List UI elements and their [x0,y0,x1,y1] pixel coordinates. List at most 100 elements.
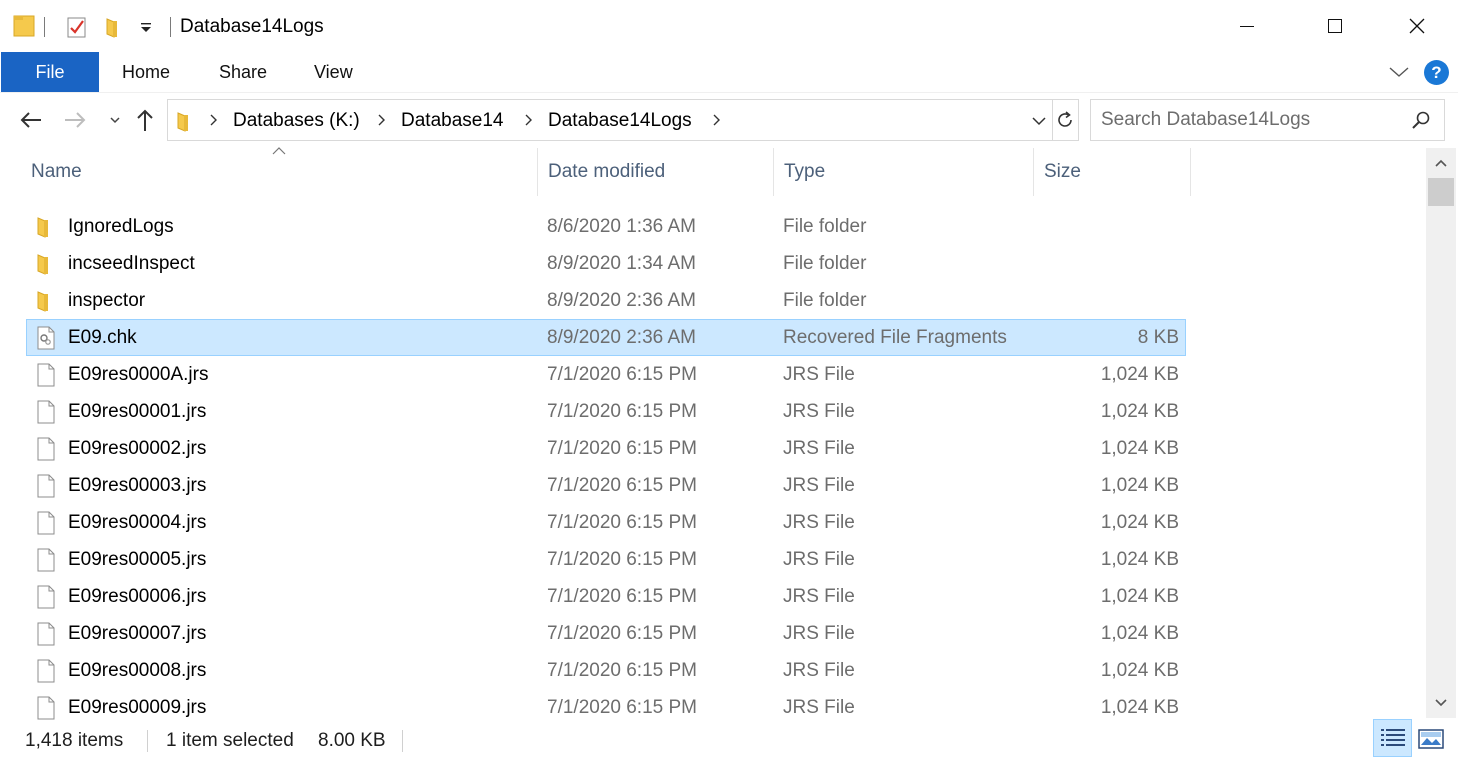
chevron-right-icon[interactable] [709,110,723,130]
chevron-right-icon[interactable] [206,110,220,130]
toolbar-divider [44,17,45,37]
recent-locations-button[interactable] [102,107,128,133]
file-row[interactable]: inspector 8/9/2020 2:36 AM File folder [26,282,1186,319]
maximize-button[interactable] [1312,0,1358,52]
file-date: 8/6/2020 1:36 AM [547,216,696,237]
forward-button[interactable] [62,107,88,133]
column-header-date[interactable]: Date modified [537,148,773,196]
file-size: 1,024 KB [1100,586,1179,607]
customize-toolbar-icon[interactable] [138,20,154,36]
column-header-size[interactable]: Size [1033,148,1191,196]
file-name: incseedInspect [68,253,195,274]
chevron-right-icon[interactable] [374,110,388,130]
chevron-down-icon [110,117,120,124]
file-name: E09.chk [68,327,137,348]
address-history-button[interactable] [1030,112,1048,130]
file-row[interactable]: E09res0000A.jrs 7/1/2020 6:15 PM JRS File 1… [26,356,1186,393]
file-date: 7/1/2020 6:15 PM [547,623,697,644]
large-icons-view-button[interactable] [1416,726,1446,752]
search-input[interactable] [1101,108,1401,132]
file-row[interactable]: E09res00006.jrs 7/1/2020 6:15 PM JRS File 1… [26,578,1186,615]
file-type: JRS File [783,586,855,607]
column-header-name[interactable]: Name [21,148,537,196]
file-row[interactable]: E09res00007.jrs 7/1/2020 6:15 PM JRS File 1… [26,615,1186,652]
tab-file[interactable]: File [1,52,99,92]
close-icon [1409,18,1425,34]
close-button[interactable] [1394,0,1440,52]
new-folder-icon[interactable] [104,15,126,39]
breadcrumb-database14[interactable]: Database14 [401,110,503,132]
file-icon [37,585,55,609]
status-bar: 1,418 items 1 item selected 8.00 KB [0,718,1458,761]
details-view-icon [1380,729,1405,746]
item-count: 1,418 items [25,730,124,751]
file-row[interactable]: incseedInspect 8/9/2020 1:34 AM File folde… [26,245,1186,282]
arrow-right-icon [65,112,86,128]
file-name: E09res00002.jrs [68,438,207,459]
file-date: 7/1/2020 6:15 PM [547,512,697,533]
file-date: 8/9/2020 2:36 AM [547,327,696,348]
file-date: 7/1/2020 6:15 PM [547,586,697,607]
file-size: 1,024 KB [1100,364,1179,385]
vertical-scrollbar[interactable] [1426,148,1456,718]
file-icon [37,548,55,572]
file-date: 7/1/2020 6:15 PM [547,549,697,570]
file-name: E09res00001.jrs [68,401,207,422]
file-type: File folder [783,253,867,274]
search-box[interactable] [1090,99,1445,141]
file-name: IgnoredLogs [68,216,174,237]
file-row[interactable]: E09res00001.jrs 7/1/2020 6:15 PM JRS File 1… [26,393,1186,430]
file-size: 1,024 KB [1100,549,1179,570]
file-date: 8/9/2020 1:34 AM [547,253,696,274]
file-row[interactable]: E09.chk 8/9/2020 2:36 AM Recovered File Fr… [26,319,1186,356]
minimize-icon [1240,26,1254,27]
refresh-icon [1058,111,1072,127]
toolbar-divider [170,17,171,37]
up-button[interactable] [132,107,158,133]
file-type: JRS File [783,623,855,644]
arrow-up-icon [137,109,153,131]
search-icon[interactable] [1411,110,1431,130]
file-icon [37,696,55,720]
chevron-down-icon[interactable] [1388,64,1410,80]
selected-count: 1 item selected [166,730,294,751]
file-row[interactable]: E09res00008.jrs 7/1/2020 6:15 PM JRS File 1… [26,652,1186,689]
file-date: 7/1/2020 6:15 PM [547,401,697,422]
file-type: JRS File [783,475,855,496]
scroll-up-button[interactable] [1426,148,1456,178]
tab-view[interactable]: View [314,52,353,92]
chevron-right-icon[interactable] [521,110,535,130]
chevron-down-icon [1435,699,1447,707]
file-row[interactable]: E09res00003.jrs 7/1/2020 6:15 PM JRS File 1… [26,467,1186,504]
minimize-button[interactable] [1224,0,1270,52]
column-header-row: Name Date modified Type Size [0,148,1426,196]
breadcrumb-database14logs[interactable]: Database14Logs [548,110,692,132]
back-button[interactable] [18,107,44,133]
file-type: File folder [783,216,867,237]
file-size: 1,024 KB [1100,401,1179,422]
breadcrumb-databases[interactable]: Databases (K:) [233,110,360,132]
file-row[interactable]: E09res00005.jrs 7/1/2020 6:15 PM JRS File 1… [26,541,1186,578]
address-divider [1052,100,1053,140]
file-row[interactable]: E09res00004.jrs 7/1/2020 6:15 PM JRS File 1… [26,504,1186,541]
file-icon [37,659,55,683]
address-bar[interactable]: Databases (K:) Database14 Database14Logs [167,99,1079,141]
refresh-button[interactable] [1054,109,1076,131]
file-row[interactable]: E09res00002.jrs 7/1/2020 6:15 PM JRS File 1… [26,430,1186,467]
details-view-button[interactable] [1373,719,1412,757]
help-button[interactable]: ? [1424,60,1449,85]
file-size: 1,024 KB [1100,512,1179,533]
file-name: E09res00008.jrs [68,660,207,681]
file-type: JRS File [783,401,855,422]
column-header-type[interactable]: Type [773,148,1033,196]
file-date: 7/1/2020 6:15 PM [547,364,697,385]
file-size: 1,024 KB [1100,660,1179,681]
tab-home[interactable]: Home [122,52,170,92]
properties-icon[interactable] [66,15,88,39]
file-size: 1,024 KB [1100,475,1179,496]
scroll-down-button[interactable] [1426,688,1456,718]
file-row[interactable]: IgnoredLogs 8/6/2020 1:36 AM File folder [26,208,1186,245]
system-file-icon [37,326,55,350]
tab-share[interactable]: Share [219,52,267,92]
scroll-thumb[interactable] [1428,178,1454,206]
